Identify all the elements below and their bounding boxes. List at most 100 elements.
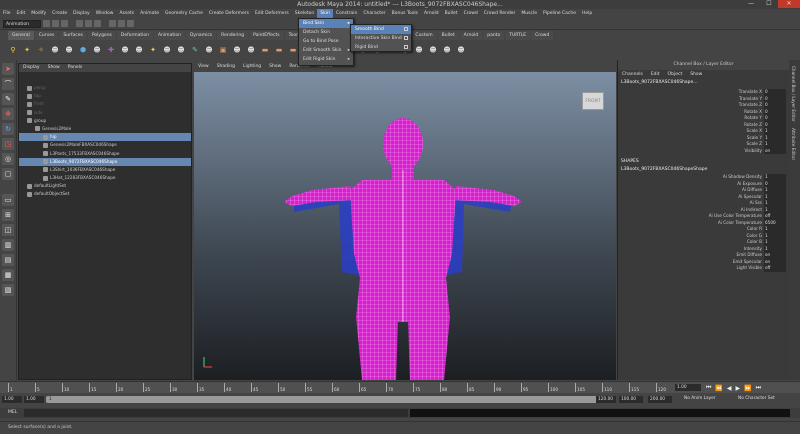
maximize-icon[interactable]: ☐ — [760, 0, 778, 8]
channelbox-tab-channels[interactable]: Channels — [618, 70, 647, 79]
mel-input[interactable] — [24, 409, 408, 417]
go-start-icon[interactable]: ⏮ — [706, 384, 711, 392]
select-tool-icon[interactable]: ⚲ — [8, 44, 18, 56]
outliner-menu-panels[interactable]: Panels — [64, 64, 86, 72]
bind-menu-item[interactable]: Rigid Bind — [351, 43, 411, 52]
menu-edit[interactable]: Edit — [14, 9, 29, 18]
capsule-icon[interactable]: ▬ — [274, 44, 284, 56]
viewport-menu-shading[interactable]: Shading — [213, 63, 239, 71]
attribute-row[interactable]: Visibility on — [618, 147, 789, 154]
option-box-icon[interactable] — [404, 27, 408, 31]
joint-tool-icon[interactable]: ✦ — [22, 44, 32, 56]
last-tool-icon[interactable]: ▢ — [2, 168, 14, 180]
figure-icon[interactable]: ☻ — [442, 44, 452, 56]
open-scene-icon[interactable] — [52, 20, 59, 27]
skin-menu-item[interactable]: Edit Rigid Skin ▸ — [299, 55, 353, 64]
bind-menu-item[interactable]: Interactive Skin Bind — [351, 34, 411, 43]
outliner-menu-display[interactable]: Display — [19, 64, 44, 72]
menu-pipeline-cache[interactable]: Pipeline Cache — [540, 9, 579, 18]
viewport-menu-view[interactable]: View — [194, 63, 213, 71]
scale-tool-icon[interactable]: ◳ — [2, 138, 14, 150]
figure-icon[interactable]: ☻ — [428, 44, 438, 56]
capsule-icon[interactable]: ▬ — [288, 44, 298, 56]
figure-icon[interactable]: ☻ — [232, 44, 242, 56]
figure-icon[interactable]: ☻ — [162, 44, 172, 56]
outliner-row[interactable]: L3Hat_12283FBXASC046Shape — [19, 174, 191, 182]
paint-weights-icon[interactable]: ✎ — [190, 44, 200, 56]
channelbox-side-tab[interactable]: Channel Box / Layer Editor — [791, 66, 796, 122]
viewport-menu-show[interactable]: Show — [265, 63, 285, 71]
shelf-tab-rendering[interactable]: Rendering — [217, 31, 249, 40]
skin-menu-item[interactable]: Edit Smooth Skin ▸ — [299, 46, 353, 55]
character-mesh[interactable] — [194, 72, 616, 380]
figure-icon[interactable]: ☻ — [64, 44, 74, 56]
outliner-row[interactable]: front — [19, 100, 191, 108]
paint-select-icon[interactable]: ✎ — [2, 93, 14, 105]
lasso-icon[interactable]: ⌒ — [2, 78, 14, 90]
figure-icon[interactable]: ☻ — [456, 44, 466, 56]
figure-icon[interactable]: ☻ — [176, 44, 186, 56]
menu-geometry-cache[interactable]: Geometry Cache — [162, 9, 206, 18]
menu-character[interactable]: Character — [360, 9, 388, 18]
layout-outliner-icon[interactable]: ▥ — [2, 239, 14, 251]
outliner-row[interactable]: side — [19, 109, 191, 117]
menu-skin[interactable]: Skin — [317, 9, 333, 18]
menu-create[interactable]: Create — [49, 9, 70, 18]
manipulator-icon[interactable]: ◎ — [2, 153, 14, 165]
shape-name[interactable]: L3Boots_9072FBXASC046ShapeShape — [618, 166, 789, 174]
select-hierarchy-icon[interactable] — [76, 20, 83, 27]
shelf-tab-painteffects[interactable]: PaintEffects — [249, 31, 284, 40]
shelf-tab-curves[interactable]: Curves — [34, 31, 59, 40]
rotate-tool-icon[interactable]: ↻ — [2, 123, 14, 135]
menu-crowd[interactable]: Crowd — [461, 9, 481, 18]
bind-icon[interactable]: ✦ — [148, 44, 158, 56]
menu-arnold[interactable]: Arnold — [421, 9, 442, 18]
shelf-tab-polygons[interactable]: Polygons — [87, 31, 116, 40]
menu-skeleton[interactable]: Skeleton — [292, 9, 317, 18]
select-object-icon[interactable] — [85, 20, 92, 27]
outliner-row[interactable]: Genesis2Male — [19, 125, 191, 133]
go-end-icon[interactable]: ⏭ — [756, 384, 761, 392]
menu-help[interactable]: Help — [579, 9, 595, 18]
shelf-tab-custom[interactable]: Custom — [411, 31, 437, 40]
end-time-field[interactable]: 120.00 — [596, 396, 616, 403]
attribute-editor-side-tab[interactable]: Attribute Editor — [791, 128, 796, 160]
outliner-row[interactable]: top — [19, 92, 191, 100]
viewport-menu-lighting[interactable]: Lighting — [239, 63, 265, 71]
skin-menu-item[interactable]: Go to Bind Pose — [299, 37, 353, 46]
menu-muscle[interactable]: Muscle — [518, 9, 540, 18]
snap-curve-icon[interactable] — [118, 20, 125, 27]
shelf-tab-deformation[interactable]: Deformation — [116, 31, 153, 40]
outliner-row[interactable]: L3Boots_9072FBXASC046Shape — [19, 157, 191, 166]
layout-single-icon[interactable]: ▭ — [2, 194, 14, 206]
layout-two-icon[interactable]: ◫ — [2, 224, 14, 236]
shelf-tab-surfaces[interactable]: Surfaces — [59, 31, 87, 40]
menu-bullet[interactable]: Bullet — [442, 9, 461, 18]
step-forward-icon[interactable]: ⏩ — [744, 385, 751, 392]
play-back-icon[interactable]: ◀ — [727, 385, 732, 392]
shelf-tab-arnold[interactable]: Arnold — [459, 31, 483, 40]
shelf-tab-bullet[interactable]: Bullet — [437, 31, 459, 40]
range-bar[interactable]: 1 120 — [46, 396, 610, 403]
outliner-row[interactable]: persp — [19, 84, 191, 92]
channelbox-tab-edit[interactable]: Edit — [647, 70, 664, 79]
figure-icon[interactable]: ☻ — [50, 44, 60, 56]
time-slider[interactable]: 1 5 10 15 20 25 30 35 40 45 50 55 60 65 70 75 80 85 90 95 10… — [0, 381, 800, 393]
option-box-icon[interactable] — [404, 36, 408, 40]
layout-graph-icon[interactable]: ▤ — [2, 254, 14, 266]
shelf-tab-panto[interactable]: panto — [483, 31, 505, 40]
outliner-row[interactable]: defaultObjectSet — [19, 190, 191, 198]
menu-display[interactable]: Display — [70, 9, 93, 18]
start-time-field[interactable]: 1.00 — [2, 396, 22, 403]
menu-modify[interactable]: Modify — [28, 9, 49, 18]
close-icon[interactable]: ✕ — [778, 0, 800, 8]
playback-start-field[interactable]: 1.00 — [24, 396, 44, 403]
minimize-icon[interactable]: — — [742, 0, 760, 8]
outliner-row[interactable]: hip — [19, 133, 191, 142]
channelbox-tab-object[interactable]: Object — [664, 70, 687, 79]
layout-hypershade-icon[interactable]: ▦ — [2, 269, 14, 281]
menu-bonus-tools[interactable]: Bonus Tools — [389, 9, 421, 18]
menu-window[interactable]: Window — [93, 9, 117, 18]
shelf-tab-general[interactable]: General — [8, 31, 34, 40]
new-scene-icon[interactable] — [43, 20, 50, 27]
